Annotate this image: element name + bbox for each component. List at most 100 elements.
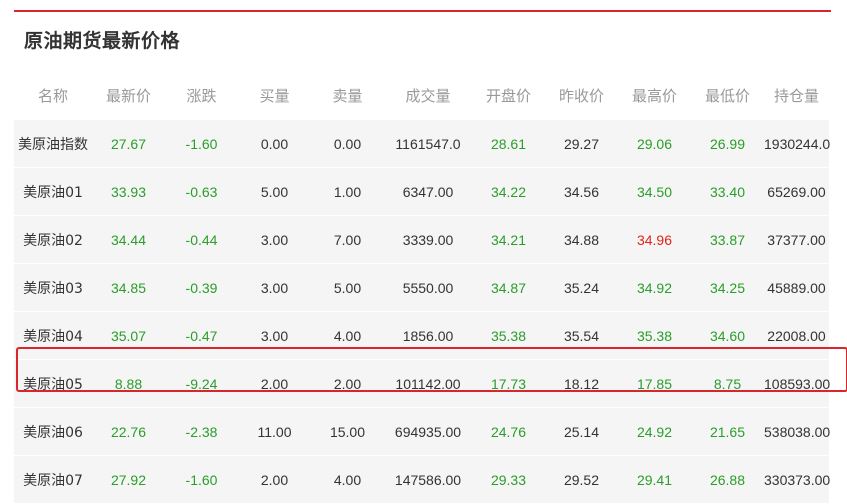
cell-bid-volume: 2.00: [238, 456, 311, 504]
cell-low: 33.87: [691, 216, 764, 264]
cell-change: -0.44: [165, 216, 238, 264]
cell-open-interest: 330373.00: [764, 456, 830, 504]
cell-open: 28.61: [472, 120, 545, 168]
cell-volume: 1161547.0: [384, 120, 472, 168]
cell-high: 17.85: [618, 360, 691, 408]
cell-prev-close: 35.54: [545, 312, 618, 360]
cell-ask-volume: 4.00: [311, 456, 384, 504]
column-header-prev-close[interactable]: 昨收价: [545, 70, 618, 120]
cell-name[interactable]: 美原油05: [14, 360, 92, 408]
column-header-name[interactable]: 名称: [14, 70, 92, 120]
cell-prev-close: 29.52: [545, 456, 618, 504]
cell-ask-volume: 15.00: [311, 408, 384, 456]
cell-name[interactable]: 美原油01: [14, 168, 92, 216]
cell-bid-volume: 0.00: [238, 120, 311, 168]
column-header-high[interactable]: 最高价: [618, 70, 691, 120]
column-header-ask-volume[interactable]: 卖量: [311, 70, 384, 120]
cell-open: 34.22: [472, 168, 545, 216]
cell-low: 34.60: [691, 312, 764, 360]
cell-last-price: 34.44: [92, 216, 165, 264]
cell-change: -0.63: [165, 168, 238, 216]
table-header-row: 名称 最新价 涨跌 买量 卖量 成交量 开盘价 昨收价 最高价 最低价 持仓量: [14, 70, 829, 120]
cell-open-interest: 22008.00: [764, 312, 829, 360]
cell-change: -1.60: [165, 120, 238, 168]
cell-open: 24.76: [472, 408, 545, 456]
column-header-last-price[interactable]: 最新价: [92, 70, 165, 120]
table-row[interactable]: 美原油指数 27.67 -1.60 0.00 0.00 1161547.0 28.61 29.…: [14, 120, 830, 168]
cell-volume: 5550.00: [384, 264, 472, 312]
cell-prev-close: 18.12: [545, 360, 618, 408]
table-row[interactable]: 美原油02 34.44 -0.44 3.00 7.00 3339.00 34.21 34.88…: [14, 216, 829, 264]
cell-ask-volume: 5.00: [311, 264, 384, 312]
cell-name[interactable]: 美原油07: [14, 456, 92, 504]
column-header-bid-volume[interactable]: 买量: [238, 70, 311, 120]
cell-bid-volume: 11.00: [238, 408, 311, 456]
column-header-open[interactable]: 开盘价: [472, 70, 545, 120]
table-row[interactable]: 美原油05 8.88 -9.24 2.00 2.00 101142.00 17.73 18.1…: [14, 360, 830, 408]
table-row[interactable]: 美原油04 35.07 -0.47 3.00 4.00 1856.00 35.38 35.54…: [14, 312, 829, 360]
cell-name[interactable]: 美原油06: [14, 408, 92, 456]
cell-bid-volume: 3.00: [238, 312, 311, 360]
cell-open: 29.33: [472, 456, 545, 504]
price-table: 名称 最新价 涨跌 买量 卖量 成交量 开盘价 昨收价 最高价 最低价 持仓量 …: [14, 70, 830, 504]
cell-last-price: 27.92: [92, 456, 165, 504]
panel-title: 原油期货最新价格: [24, 30, 181, 52]
cell-bid-volume: 3.00: [238, 216, 311, 264]
cell-low: 8.75: [691, 360, 764, 408]
cell-name[interactable]: 美原油04: [14, 312, 92, 360]
cell-low: 26.88: [691, 456, 764, 504]
cell-prev-close: 25.14: [545, 408, 618, 456]
cell-volume: 6347.00: [384, 168, 472, 216]
cell-volume: 147586.00: [384, 456, 472, 504]
cell-name[interactable]: 美原油指数: [14, 120, 92, 168]
cell-open-interest: 1930244.0: [764, 120, 830, 168]
cell-bid-volume: 2.00: [238, 360, 311, 408]
cell-high: 35.38: [618, 312, 691, 360]
cell-ask-volume: 1.00: [311, 168, 384, 216]
table-row[interactable]: 美原油07 27.92 -1.60 2.00 4.00 147586.00 29.33 29.…: [14, 456, 830, 504]
cell-high: 24.92: [618, 408, 691, 456]
cell-name[interactable]: 美原油02: [14, 216, 92, 264]
cell-prev-close: 29.27: [545, 120, 618, 168]
cell-change: -2.38: [165, 408, 238, 456]
column-header-change[interactable]: 涨跌: [165, 70, 238, 120]
cell-change: -0.39: [165, 264, 238, 312]
cell-name[interactable]: 美原油03: [14, 264, 92, 312]
cell-last-price: 27.67: [92, 120, 165, 168]
table-row[interactable]: 美原油06 22.76 -2.38 11.00 15.00 694935.00 24.76 2…: [14, 408, 830, 456]
cell-high: 29.41: [618, 456, 691, 504]
column-header-volume[interactable]: 成交量: [384, 70, 472, 120]
cell-high: 34.50: [618, 168, 691, 216]
cell-open: 34.87: [472, 264, 545, 312]
cell-change: -1.60: [165, 456, 238, 504]
cell-open: 34.21: [472, 216, 545, 264]
cell-change: -0.47: [165, 312, 238, 360]
cell-change: -9.24: [165, 360, 238, 408]
cell-last-price: 35.07: [92, 312, 165, 360]
cell-high: 29.06: [618, 120, 691, 168]
cell-high: 34.92: [618, 264, 691, 312]
cell-volume: 3339.00: [384, 216, 472, 264]
cell-volume: 101142.00: [384, 360, 472, 408]
cell-ask-volume: 4.00: [311, 312, 384, 360]
table-row[interactable]: 美原油01 33.93 -0.63 5.00 1.00 6347.00 34.22 34.56…: [14, 168, 829, 216]
cell-low: 21.65: [691, 408, 764, 456]
cell-bid-volume: 3.00: [238, 264, 311, 312]
cell-open: 17.73: [472, 360, 545, 408]
cell-low: 33.40: [691, 168, 764, 216]
cell-open-interest: 65269.00: [764, 168, 829, 216]
cell-prev-close: 34.56: [545, 168, 618, 216]
cell-volume: 694935.00: [384, 408, 472, 456]
crude-oil-futures-panel: 原油期货最新价格 名称 最新价 涨跌 买量 卖量 成交量 开盘价 昨收价 最高价…: [14, 10, 847, 504]
cell-last-price: 33.93: [92, 168, 165, 216]
table-row[interactable]: 美原油03 34.85 -0.39 3.00 5.00 5550.00 34.87 35.24…: [14, 264, 829, 312]
cell-open-interest: 538038.00: [764, 408, 830, 456]
cell-low: 26.99: [691, 120, 764, 168]
cell-ask-volume: 7.00: [311, 216, 384, 264]
column-header-open-interest[interactable]: 持仓量: [764, 70, 829, 120]
cell-ask-volume: 0.00: [311, 120, 384, 168]
cell-bid-volume: 5.00: [238, 168, 311, 216]
cell-volume: 1856.00: [384, 312, 472, 360]
cell-last-price: 22.76: [92, 408, 165, 456]
column-header-low[interactable]: 最低价: [691, 70, 764, 120]
